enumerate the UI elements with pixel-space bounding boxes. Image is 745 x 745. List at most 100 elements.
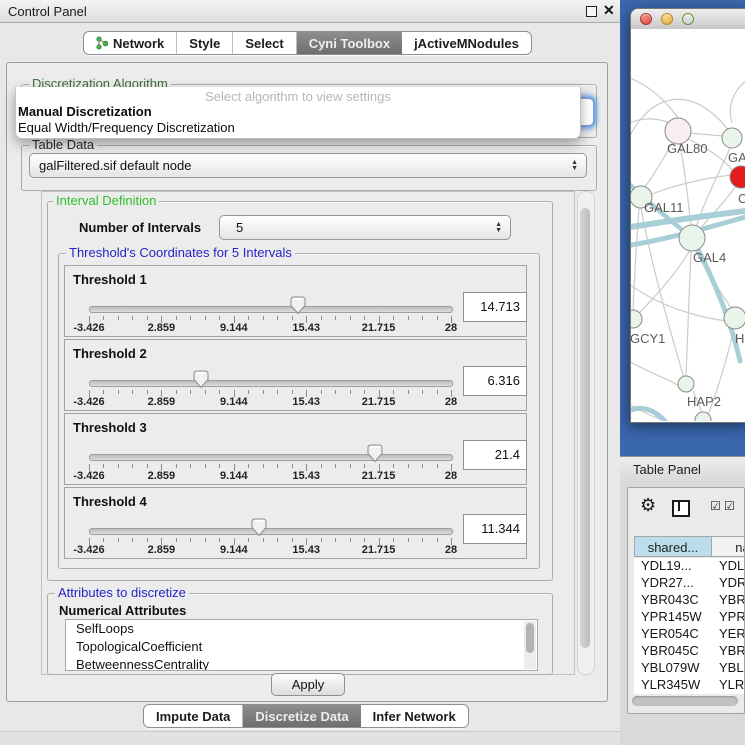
table-row[interactable]: YDL19...YDL1 (634, 558, 745, 575)
node-label: GAL11 (644, 200, 684, 215)
table-data-select[interactable]: galFiltered.sif default node ▲▼ (29, 153, 587, 178)
table-row[interactable]: YBR045CYBR0 (634, 643, 745, 660)
table-row[interactable]: YBR043CYBR0 (634, 592, 745, 609)
cell-name[interactable]: YBR0 (710, 643, 745, 660)
column-header-shared-name[interactable]: shared... (634, 536, 712, 557)
table-row[interactable]: YBL079WYBL0 (634, 660, 745, 677)
slider-track[interactable] (89, 380, 453, 387)
table-row[interactable]: YPR145WYPR1 (634, 609, 745, 626)
slider-track[interactable] (89, 528, 453, 535)
slider-tick (147, 316, 148, 320)
numerical-attributes-label: Numerical Attributes (59, 603, 186, 618)
slider-tick (277, 464, 278, 468)
network-edge[interactable] (631, 76, 678, 118)
slider-tick (190, 316, 191, 320)
network-node-h[interactable] (724, 307, 745, 329)
cell-shared-name[interactable]: YDL19... (634, 558, 710, 575)
tab-network[interactable]: Network (84, 32, 177, 54)
tab-label: Cyni Toolbox (309, 36, 390, 51)
slider-tick (263, 464, 264, 468)
interval-definition-title: Interval Definition (53, 193, 159, 208)
tab-infer-network[interactable]: Infer Network (361, 705, 468, 727)
tab-impute-data[interactable]: Impute Data (144, 705, 243, 727)
slider-thumb[interactable] (367, 444, 383, 463)
table-row[interactable]: YDR27...YDR2 (634, 575, 745, 592)
slider-tick (263, 390, 264, 394)
close-traffic-light-icon[interactable] (640, 13, 652, 25)
dropdown-item-manual-discretization[interactable]: Manual Discretization (16, 104, 580, 120)
zoom-traffic-light-icon[interactable] (682, 13, 694, 25)
attribute-item-topologicalcoefficient[interactable]: TopologicalCoefficient (66, 638, 537, 656)
settings-vertical-scrollbar[interactable] (577, 191, 595, 675)
cyni-bottom-tabs: Impute DataDiscretize DataInfer Network (143, 704, 469, 728)
close-icon[interactable]: ✕ (603, 2, 615, 19)
cell-name[interactable]: YBR0 (710, 592, 745, 609)
number-of-intervals-select[interactable]: 5 ▲▼ (219, 215, 511, 240)
threshold-value-field[interactable]: 21.4 (463, 440, 527, 470)
network-canvas[interactable]: GAL80GACGAL11GAL4GCY1HHAP2 (631, 29, 745, 421)
checkbox-checked-icon[interactable]: ☑ (710, 499, 721, 513)
network-node-hap2[interactable] (678, 376, 694, 392)
slider-tick (393, 390, 394, 394)
network-node-gal4[interactable] (679, 225, 705, 251)
checkbox-checked-icon[interactable]: ☑ (724, 499, 735, 513)
slider-tick (422, 464, 423, 468)
cell-name[interactable]: YPR1 (710, 609, 745, 626)
tab-discretize-data[interactable]: Discretize Data (243, 705, 360, 727)
attribute-item-betweennesscentrality[interactable]: BetweennessCentrality (66, 656, 537, 671)
tab-style[interactable]: Style (177, 32, 233, 54)
slider-thumb[interactable] (193, 370, 209, 389)
scrollbar-thumb[interactable] (526, 623, 534, 653)
cell-name[interactable]: YER0 (710, 626, 745, 643)
tab-jactivemnodules[interactable]: jActiveMNodules (402, 32, 531, 54)
slider-track[interactable] (89, 306, 453, 313)
scrollbar-thumb[interactable] (580, 208, 590, 648)
float-panel-icon[interactable] (586, 6, 597, 17)
split-columns-icon[interactable] (672, 500, 690, 517)
threshold-value-field[interactable]: 6.316 (463, 366, 527, 396)
table-row[interactable]: YLR345WYLR3 (634, 677, 745, 694)
slider-tick (118, 538, 119, 542)
slider-thumb[interactable] (251, 518, 267, 537)
cell-name[interactable]: YBL0 (710, 660, 745, 677)
cell-shared-name[interactable]: YBR045C (634, 643, 710, 660)
threshold-value-field[interactable]: 11.344 (463, 514, 527, 544)
slider-tick-label: 21.715 (362, 322, 396, 334)
tab-cyni-toolbox[interactable]: Cyni Toolbox (297, 32, 402, 54)
network-edge[interactable] (652, 175, 731, 194)
cell-shared-name[interactable]: YBL079W (634, 660, 710, 677)
threshold-value-field[interactable]: 14.713 (463, 292, 527, 322)
apply-button[interactable]: Apply (271, 673, 345, 696)
minimize-traffic-light-icon[interactable] (661, 13, 673, 25)
cell-name[interactable]: YLR3 (710, 677, 745, 694)
cell-shared-name[interactable]: YPR145W (634, 609, 710, 626)
network-edge[interactable] (689, 133, 723, 136)
table-row[interactable]: YER054CYER0 (634, 626, 745, 643)
column-header-name[interactable]: name (712, 536, 745, 557)
cell-name[interactable]: YDR2 (710, 575, 745, 592)
slider-thumb[interactable] (290, 296, 306, 315)
network-node-gcy1[interactable] (631, 310, 642, 328)
numerical-attributes-list[interactable]: SelfLoopsTopologicalCoefficientBetweenne… (65, 619, 538, 671)
cell-name[interactable]: YDL1 (710, 558, 745, 575)
slider-tick (292, 390, 293, 394)
network-node-ga[interactable] (722, 128, 742, 148)
slider-track[interactable] (89, 454, 453, 461)
slider-tick (364, 390, 365, 394)
network-edge[interactable] (631, 359, 679, 386)
tab-select[interactable]: Select (233, 32, 296, 54)
threshold-label: Threshold 2 (73, 346, 147, 361)
cell-shared-name[interactable]: YER054C (634, 626, 710, 643)
cell-shared-name[interactable]: YBR043C (634, 592, 710, 609)
attributes-scrollbar[interactable] (524, 621, 536, 669)
node-label: GAL80 (667, 141, 707, 156)
cell-shared-name[interactable]: YDR27... (634, 575, 710, 592)
network-window-titlebar[interactable] (631, 9, 745, 30)
gear-icon[interactable]: ⚙ (640, 495, 656, 516)
dropdown-item-equal-width-frequency[interactable]: Equal Width/Frequency Discretization (16, 120, 580, 136)
network-edge[interactable] (730, 81, 745, 123)
slider-tick (103, 316, 104, 320)
attribute-item-selfloops[interactable]: SelfLoops (66, 620, 537, 638)
table-horizontal-scrollbar[interactable] (632, 696, 738, 706)
cell-shared-name[interactable]: YLR345W (634, 677, 710, 694)
